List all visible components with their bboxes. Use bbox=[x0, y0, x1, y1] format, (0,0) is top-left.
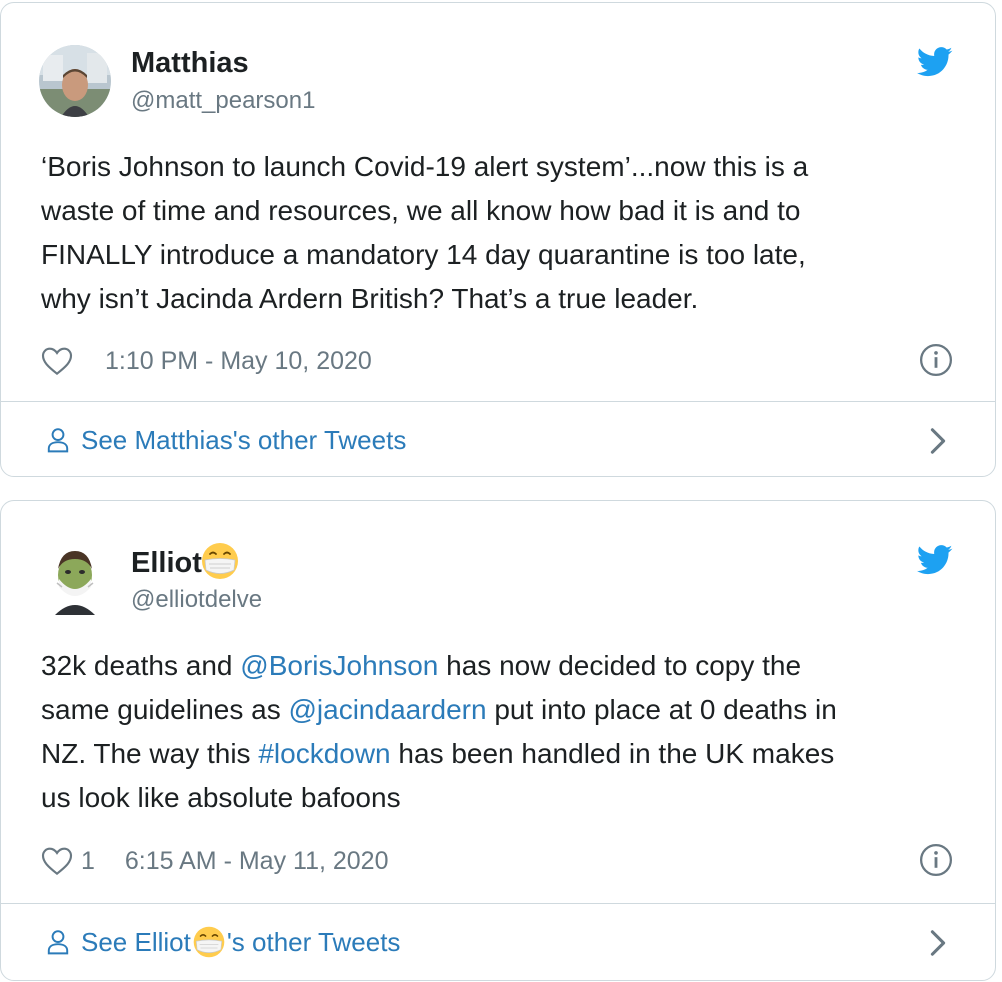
text-segment: same guidelines as bbox=[41, 694, 289, 725]
divider bbox=[1, 903, 995, 904]
avatar-photo bbox=[39, 45, 111, 117]
tweet-card-matthias: Matthias @matt_pearson1 ‘Boris Johnson t… bbox=[0, 2, 996, 477]
info-icon[interactable] bbox=[919, 843, 953, 877]
tweet-text-line: NZ. The way this #lockdown has been hand… bbox=[41, 732, 955, 776]
tweet-text: 32k deaths and @BorisJohnson has now dec… bbox=[41, 644, 955, 820]
hashtag-link[interactable]: #lockdown bbox=[258, 738, 390, 769]
text-segment: has been handled in the UK makes bbox=[390, 738, 835, 769]
like-count: 1 bbox=[81, 846, 95, 875]
tweet-text-line: same guidelines as @jacindaardern put in… bbox=[41, 688, 955, 732]
see-other-tweets-label: See Elliot 's other Tweets bbox=[81, 925, 400, 959]
medical-mask-emoji-icon bbox=[201, 543, 238, 580]
mention-link[interactable]: @jacindaardern bbox=[288, 694, 486, 725]
heart-icon[interactable] bbox=[41, 846, 73, 876]
see-other-tweets-link[interactable]: See Matthias's other Tweets bbox=[1, 403, 995, 476]
text-segment: put into place at 0 deaths in bbox=[486, 694, 837, 725]
text-segment: has now decided to copy the bbox=[438, 650, 802, 681]
text-segment: 32k deaths and bbox=[41, 650, 241, 681]
tweet-text-line: ‘Boris Johnson to launch Covid-19 alert … bbox=[41, 151, 809, 182]
text-segment: NZ. The way this bbox=[41, 738, 259, 769]
avatar-cartoon bbox=[43, 543, 107, 615]
person-icon bbox=[47, 428, 69, 453]
tweet-meta: 1 6:15 AM - May 11, 2020 bbox=[41, 841, 955, 881]
avatar[interactable] bbox=[43, 543, 107, 615]
tweet-text-line: FINALLY introduce a mandatory 14 day qua… bbox=[41, 239, 806, 270]
see-more-suffix: 's other Tweets bbox=[226, 926, 401, 957]
author-name[interactable]: Matthias bbox=[131, 45, 249, 81]
tweet-text-line: why isn’t Jacinda Ardern British? That’s… bbox=[41, 283, 699, 314]
chevron-right-icon bbox=[930, 428, 946, 454]
heart-icon[interactable] bbox=[41, 346, 73, 376]
tweet-meta: 1:10 PM - May 10, 2020 bbox=[41, 341, 955, 381]
timestamp-link[interactable]: 6:15 AM - May 11, 2020 bbox=[125, 847, 389, 876]
author-handle[interactable]: @elliotdelve bbox=[131, 585, 262, 615]
tweet-text: ‘Boris Johnson to launch Covid-19 alert … bbox=[41, 145, 955, 321]
author-name[interactable]: Elliot bbox=[131, 543, 240, 581]
mention-link[interactable]: @BorisJohnson bbox=[240, 650, 438, 681]
chevron-right-icon bbox=[930, 930, 946, 956]
tweet-card-elliot: Elliot @elliotdelve 32k deaths and @Bori… bbox=[0, 500, 996, 981]
twitter-bird-icon[interactable] bbox=[917, 47, 953, 77]
timestamp-link[interactable]: 1:10 PM - May 10, 2020 bbox=[105, 347, 372, 376]
tweet-text-line: waste of time and resources, we all know… bbox=[41, 195, 801, 226]
avatar[interactable] bbox=[39, 45, 111, 117]
see-other-tweets-label: See Matthias's other Tweets bbox=[81, 424, 407, 455]
see-other-tweets-link[interactable]: See Elliot 's other Tweets bbox=[1, 905, 995, 979]
person-icon bbox=[47, 930, 69, 955]
tweet-text-line: 32k deaths and @BorisJohnson has now dec… bbox=[41, 644, 955, 688]
info-icon[interactable] bbox=[919, 343, 953, 377]
divider bbox=[1, 401, 995, 402]
twitter-bird-icon[interactable] bbox=[917, 545, 953, 575]
tweet-text-line: us look like absolute bafoons bbox=[41, 782, 401, 813]
author-name-text: Elliot bbox=[131, 547, 202, 579]
author-handle[interactable]: @matt_pearson1 bbox=[131, 86, 315, 116]
medical-mask-emoji-icon bbox=[193, 926, 225, 958]
see-more-prefix: See Elliot bbox=[81, 926, 191, 957]
